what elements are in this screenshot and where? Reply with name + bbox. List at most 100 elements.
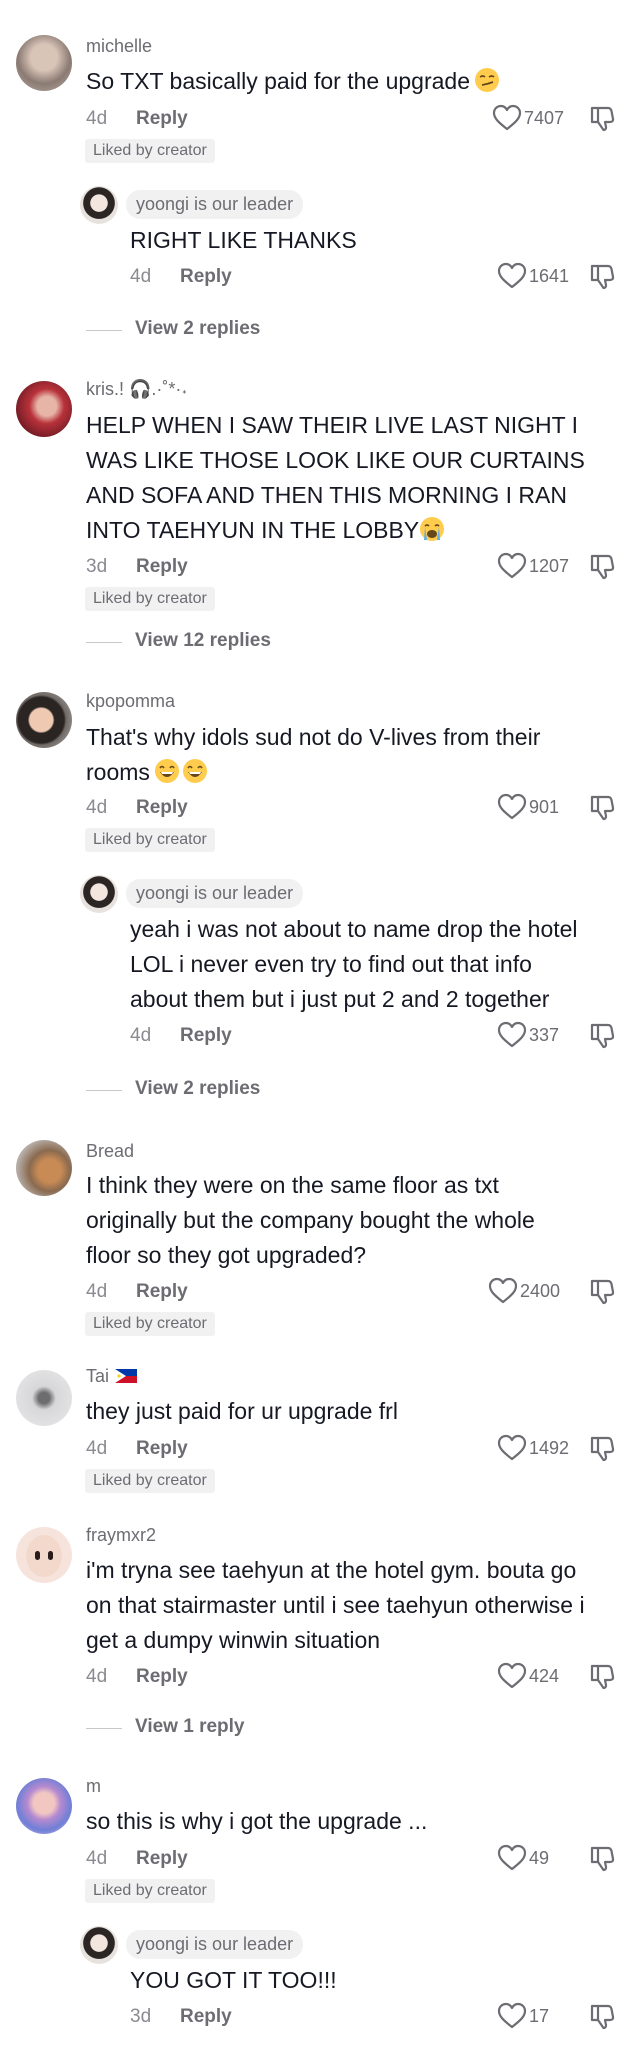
- thumbs-down-icon[interactable]: [588, 1021, 616, 1049]
- reply-button[interactable]: Reply: [180, 1025, 232, 1047]
- like-count: 1207: [529, 556, 570, 576]
- like-count: 337: [529, 1025, 560, 1045]
- crying-emoji-icon: [419, 516, 445, 542]
- username[interactable]: fraymxr2: [86, 1525, 156, 1546]
- view-replies-button[interactable]: View 12 replies: [135, 630, 271, 652]
- liked-by-creator-badge: Liked by creator: [85, 1312, 215, 1336]
- avatar[interactable]: [16, 1370, 72, 1426]
- avatar[interactable]: [16, 1778, 72, 1834]
- comment-text: i'm tryna see taehyun at the hotel gym. …: [86, 1557, 585, 1653]
- heart-outline-icon[interactable]: [497, 1434, 527, 1462]
- like-count: 2400: [520, 1281, 561, 1301]
- like-count: 424: [529, 1666, 560, 1686]
- thumbs-down-icon[interactable]: [588, 1662, 616, 1690]
- like-count: 1492: [529, 1438, 570, 1458]
- reply-button[interactable]: Reply: [136, 1666, 188, 1688]
- username[interactable]: kris.! 🎧.·˚*·˖: [86, 379, 187, 400]
- timestamp: 4d: [86, 1281, 108, 1302]
- timestamp: 3d: [130, 2006, 152, 2027]
- smirk-emoji-icon: [474, 67, 500, 93]
- comment-text: so this is why i got the upgrade ...: [86, 1808, 428, 1834]
- liked-by-creator-badge: Liked by creator: [85, 587, 215, 611]
- avatar[interactable]: [80, 1926, 118, 1964]
- liked-by-creator-badge: Liked by creator: [85, 1469, 215, 1493]
- username-decoration: 🎧.·˚*·˖: [129, 379, 188, 399]
- creator-username-tag[interactable]: yoongi is our leader: [126, 879, 304, 908]
- grinning-sweat-emoji-icon: [154, 758, 180, 784]
- heart-outline-icon[interactable]: [497, 552, 527, 580]
- timestamp: 3d: [86, 556, 108, 577]
- comment-text: YOU GOT IT TOO!!!: [130, 1967, 337, 1993]
- avatar[interactable]: [16, 1527, 72, 1583]
- timestamp: 4d: [130, 266, 152, 287]
- comment-text: I think they were on the same floor as t…: [86, 1172, 535, 1268]
- heart-outline-icon[interactable]: [497, 1021, 527, 1049]
- timestamp: 4d: [86, 1848, 108, 1869]
- username[interactable]: m: [86, 1776, 101, 1797]
- reply-button[interactable]: Reply: [136, 1848, 188, 1870]
- reply-button[interactable]: Reply: [136, 556, 188, 578]
- reply-button[interactable]: Reply: [136, 108, 188, 130]
- reply-button[interactable]: Reply: [136, 797, 188, 819]
- like-count: 49: [529, 1848, 550, 1868]
- username[interactable]: kpopomma: [86, 691, 175, 712]
- view-replies-button[interactable]: View 1 reply: [135, 1716, 245, 1738]
- timestamp: 4d: [86, 1438, 108, 1459]
- liked-by-creator-badge: Liked by creator: [85, 828, 215, 852]
- like-count: 7407: [524, 108, 565, 128]
- comment-text: RIGHT LIKE THANKS: [130, 227, 357, 253]
- view-replies-button[interactable]: View 2 replies: [135, 1078, 260, 1100]
- avatar[interactable]: [16, 381, 72, 437]
- username[interactable]: Tai: [86, 1366, 138, 1387]
- divider: [86, 330, 122, 331]
- heart-outline-icon[interactable]: [497, 1844, 527, 1872]
- comment-text: HELP WHEN I SAW THEIR LIVE LAST NIGHT I …: [86, 412, 585, 543]
- timestamp: 4d: [86, 108, 108, 129]
- thumbs-down-icon[interactable]: [588, 552, 616, 580]
- avatar[interactable]: [16, 35, 72, 91]
- creator-username-tag[interactable]: yoongi is our leader: [126, 1930, 304, 1959]
- like-count: 901: [529, 797, 560, 817]
- thumbs-down-icon[interactable]: [588, 1434, 616, 1462]
- heart-outline-icon[interactable]: [497, 1662, 527, 1690]
- reply-button[interactable]: Reply: [180, 266, 232, 288]
- avatar[interactable]: [16, 692, 72, 748]
- heart-outline-icon[interactable]: [488, 1277, 518, 1305]
- divider: [86, 1728, 122, 1729]
- avatar[interactable]: [80, 186, 118, 224]
- heart-outline-icon[interactable]: [497, 793, 527, 821]
- thumbs-down-icon[interactable]: [588, 2002, 616, 2030]
- view-replies-button[interactable]: View 2 replies: [135, 318, 260, 340]
- reply-button[interactable]: Reply: [136, 1281, 188, 1303]
- thumbs-down-icon[interactable]: [588, 262, 616, 290]
- comment-text: yeah i was not about to name drop the ho…: [130, 916, 578, 1012]
- avatar[interactable]: [80, 875, 118, 913]
- reply-button[interactable]: Reply: [136, 1438, 188, 1460]
- comment-text: they just paid for ur upgrade frl: [86, 1398, 398, 1424]
- reply-button[interactable]: Reply: [180, 2006, 232, 2028]
- comment-text: So TXT basically paid for the upgrade: [86, 64, 500, 99]
- heart-outline-icon[interactable]: [492, 104, 522, 132]
- username[interactable]: michelle: [86, 36, 152, 57]
- thumbs-down-icon[interactable]: [588, 793, 616, 821]
- thumbs-down-icon[interactable]: [588, 1844, 616, 1872]
- timestamp: 4d: [86, 1666, 108, 1687]
- like-count: 1641: [529, 266, 570, 286]
- grinning-sweat-emoji-icon: [182, 758, 208, 784]
- philippines-flag-icon: [115, 1369, 138, 1383]
- timestamp: 4d: [130, 1025, 152, 1046]
- divider: [86, 1090, 122, 1091]
- timestamp: 4d: [86, 797, 108, 818]
- creator-username-tag[interactable]: yoongi is our leader: [126, 190, 304, 219]
- heart-outline-icon[interactable]: [497, 2002, 527, 2030]
- heart-outline-icon[interactable]: [497, 262, 527, 290]
- username[interactable]: Bread: [86, 1141, 134, 1162]
- thumbs-down-icon[interactable]: [588, 1277, 616, 1305]
- comment-text: That's why idols sud not do V-lives from…: [86, 724, 541, 785]
- liked-by-creator-badge: Liked by creator: [85, 1879, 215, 1903]
- avatar[interactable]: [16, 1140, 72, 1196]
- thumbs-down-icon[interactable]: [588, 104, 616, 132]
- divider: [86, 642, 122, 643]
- liked-by-creator-badge: Liked by creator: [85, 139, 215, 163]
- like-count: 17: [529, 2006, 550, 2026]
